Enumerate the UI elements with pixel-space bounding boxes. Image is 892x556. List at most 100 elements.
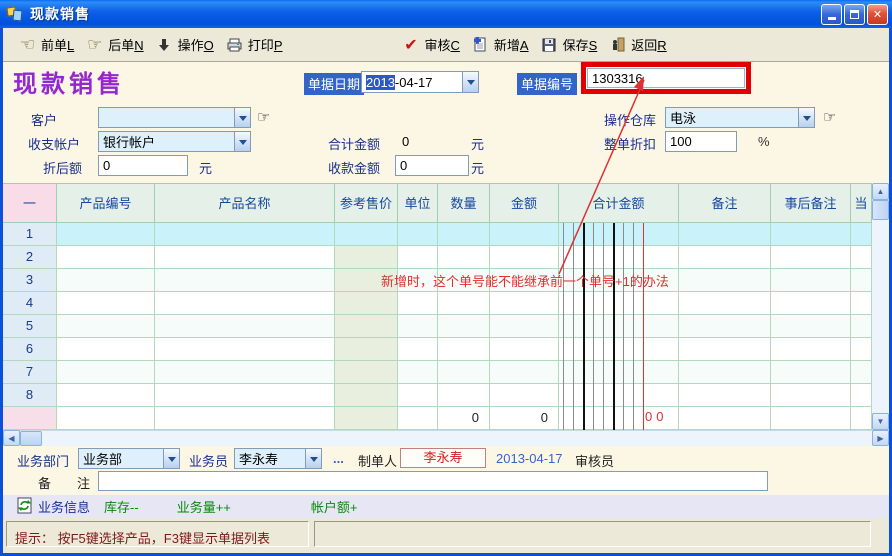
table-cell[interactable]	[438, 292, 490, 315]
table-cell[interactable]	[679, 315, 771, 338]
table-cell[interactable]	[851, 384, 872, 407]
table-cell[interactable]	[490, 223, 559, 246]
table-cell[interactable]	[771, 292, 851, 315]
scroll-up-icon[interactable]: ▲	[872, 183, 889, 200]
table-cell[interactable]	[155, 223, 335, 246]
note-input[interactable]	[98, 471, 768, 491]
table-cell[interactable]	[398, 223, 438, 246]
table-cell[interactable]	[851, 246, 872, 269]
new-button[interactable]: 新增A	[466, 32, 535, 57]
table-cell[interactable]	[57, 269, 155, 292]
table-cell[interactable]	[771, 338, 851, 361]
table-cell[interactable]	[559, 315, 679, 338]
vscroll-thumb[interactable]	[872, 200, 889, 220]
table-cell[interactable]	[679, 338, 771, 361]
table-cell[interactable]	[679, 246, 771, 269]
row-number-cell[interactable]: 2	[3, 246, 57, 269]
table-cell[interactable]	[335, 246, 398, 269]
table-cell[interactable]	[398, 384, 438, 407]
table-cell[interactable]	[851, 223, 872, 246]
table-cell[interactable]	[57, 223, 155, 246]
table-cell[interactable]	[335, 292, 398, 315]
table-cell[interactable]	[335, 315, 398, 338]
table-cell[interactable]	[851, 315, 872, 338]
table-cell[interactable]	[559, 246, 679, 269]
table-cell[interactable]	[155, 292, 335, 315]
table-cell[interactable]	[851, 361, 872, 384]
table-cell[interactable]	[679, 292, 771, 315]
table-cell[interactable]	[490, 292, 559, 315]
table-cell[interactable]	[559, 384, 679, 407]
chevron-down-icon[interactable]	[462, 72, 478, 92]
table-cell[interactable]	[559, 338, 679, 361]
clerk-select[interactable]: 李永寿	[234, 448, 322, 469]
table-cell[interactable]	[559, 292, 679, 315]
customer-picker-hand-icon[interactable]: ☞	[257, 108, 270, 126]
maximize-button[interactable]	[844, 4, 865, 25]
print-button[interactable]: 打印P	[220, 32, 289, 57]
table-cell[interactable]	[155, 246, 335, 269]
save-button[interactable]: 保存S	[535, 32, 604, 57]
table-cell[interactable]	[490, 315, 559, 338]
table-cell[interactable]	[155, 315, 335, 338]
chevron-down-icon[interactable]	[798, 108, 814, 127]
table-cell[interactable]	[490, 246, 559, 269]
discount-input[interactable]	[665, 131, 737, 152]
scroll-down-icon[interactable]: ▼	[872, 413, 889, 430]
table-cell[interactable]	[771, 223, 851, 246]
row-number-cell[interactable]: 1	[3, 223, 57, 246]
table-cell[interactable]	[679, 269, 771, 292]
table-cell[interactable]	[438, 361, 490, 384]
table-cell[interactable]	[335, 361, 398, 384]
table-cell[interactable]	[771, 384, 851, 407]
table-cell[interactable]	[559, 223, 679, 246]
chevron-down-icon[interactable]	[234, 132, 250, 151]
audit-button[interactable]: ✔ 审核C	[396, 32, 465, 57]
table-cell[interactable]	[335, 384, 398, 407]
table-cell[interactable]	[679, 223, 771, 246]
row-number-cell[interactable]: 4	[3, 292, 57, 315]
chevron-down-icon[interactable]	[234, 108, 250, 127]
after-discount-input[interactable]	[98, 155, 188, 176]
received-input[interactable]	[395, 155, 469, 176]
chevron-down-icon[interactable]	[163, 449, 179, 468]
customer-select[interactable]	[98, 107, 251, 128]
close-button[interactable]: ✕	[867, 4, 888, 25]
minimize-button[interactable]	[821, 4, 842, 25]
table-cell[interactable]	[851, 338, 872, 361]
table-cell[interactable]	[57, 361, 155, 384]
table-cell[interactable]	[679, 384, 771, 407]
table-cell[interactable]	[851, 269, 872, 292]
scroll-right-icon[interactable]: ▶	[872, 430, 889, 446]
table-cell[interactable]	[398, 361, 438, 384]
more-button[interactable]: ...	[333, 451, 344, 466]
table-cell[interactable]	[335, 338, 398, 361]
row-number-cell[interactable]: 7	[3, 361, 57, 384]
row-number-cell[interactable]: 6	[3, 338, 57, 361]
table-cell[interactable]	[155, 361, 335, 384]
table-cell[interactable]	[335, 223, 398, 246]
return-button[interactable]: 返回R	[603, 32, 672, 57]
table-cell[interactable]	[57, 315, 155, 338]
row-number-cell[interactable]: 8	[3, 384, 57, 407]
table-cell[interactable]	[155, 338, 335, 361]
table-cell[interactable]	[57, 384, 155, 407]
table-cell[interactable]	[57, 338, 155, 361]
table-cell[interactable]	[57, 246, 155, 269]
table-cell[interactable]	[490, 384, 559, 407]
account-select[interactable]: 银行帐户	[98, 131, 251, 152]
table-cell[interactable]	[490, 361, 559, 384]
table-cell[interactable]	[679, 361, 771, 384]
table-horizontal-scrollbar[interactable]: ◀ ▶	[3, 430, 889, 446]
table-cell[interactable]	[771, 315, 851, 338]
table-cell[interactable]	[57, 292, 155, 315]
chevron-down-icon[interactable]	[305, 449, 321, 468]
table-cell[interactable]	[771, 269, 851, 292]
table-cell[interactable]	[438, 315, 490, 338]
business-info-title[interactable]: 业务信息	[38, 497, 90, 516]
warehouse-select[interactable]: 电泳	[665, 107, 815, 128]
table-cell[interactable]	[155, 384, 335, 407]
dept-select[interactable]: 业务部	[78, 448, 180, 469]
scroll-left-icon[interactable]: ◀	[3, 430, 20, 446]
hscroll-thumb[interactable]	[20, 431, 42, 446]
